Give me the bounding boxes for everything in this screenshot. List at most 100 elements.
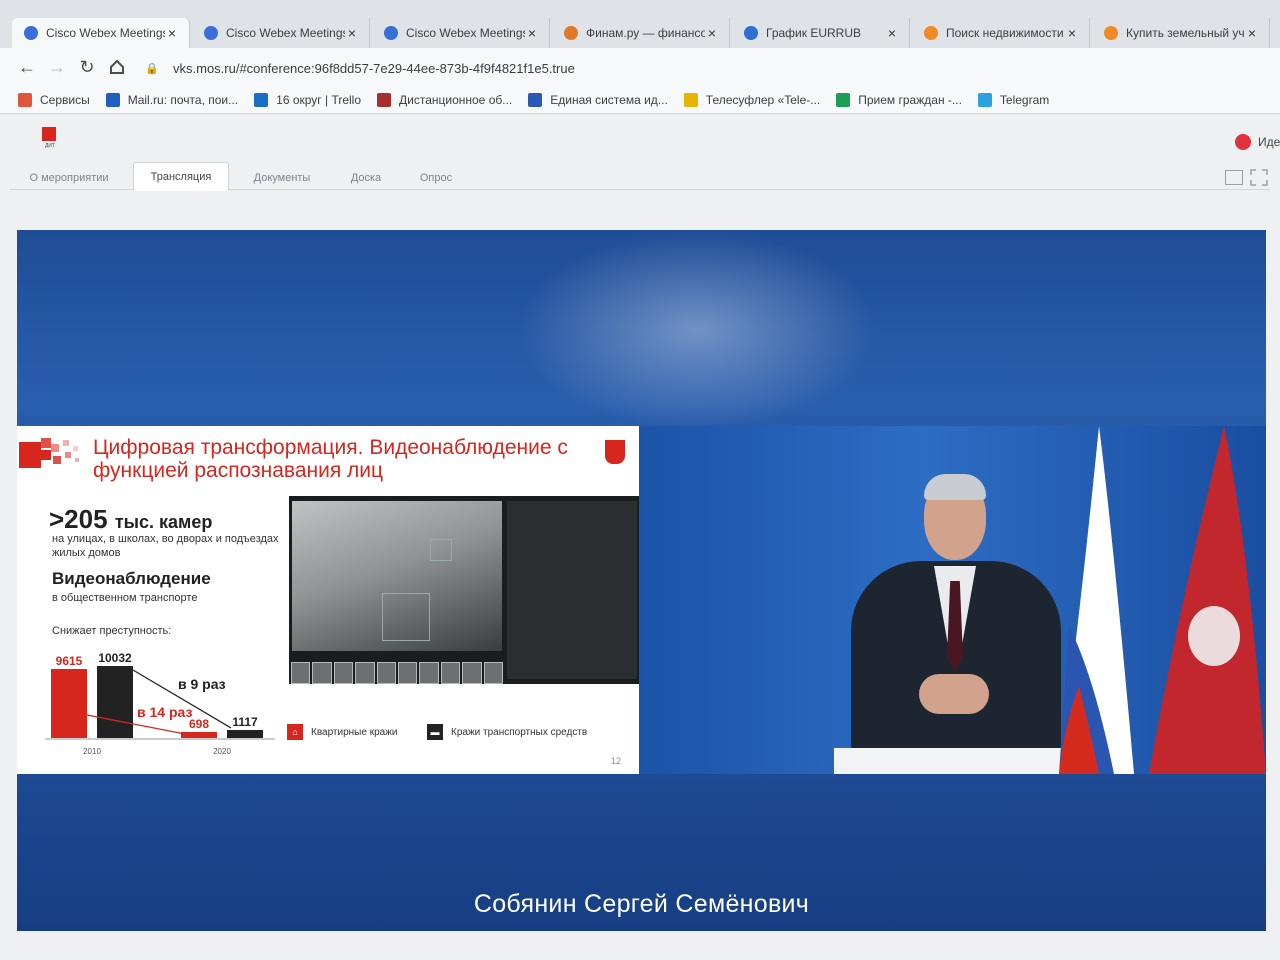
bookmark-label: Телесуфлер «Tele-... bbox=[705, 92, 821, 107]
bookmark-item[interactable]: Прием граждан -... bbox=[836, 92, 962, 107]
data-label: 1117 bbox=[232, 715, 258, 729]
forward-arrow-icon[interactable]: → bbox=[42, 52, 72, 82]
browser-tab[interactable]: Cisco Webex Meetings × bbox=[12, 18, 190, 48]
cameras-stat: >205 тыс. камер bbox=[49, 504, 213, 534]
bookmark-label: Mail.ru: почта, пои... bbox=[127, 92, 239, 107]
address-bar[interactable]: 🔒 vks.mos.ru/#conference:96f8dd57-7e29-4… bbox=[145, 55, 1245, 81]
bookmark-item[interactable]: Дистанционное об... bbox=[377, 92, 513, 107]
close-tab-icon[interactable]: × bbox=[705, 25, 719, 41]
mailru-icon bbox=[105, 92, 120, 107]
tab-title: Cisco Webex Meetings bbox=[226, 26, 345, 40]
trello-icon bbox=[254, 92, 269, 107]
face-box bbox=[430, 539, 452, 561]
recognition-panel bbox=[507, 501, 637, 679]
house-icon: ⌂ bbox=[287, 724, 303, 740]
bookmark-item[interactable]: Telegram bbox=[977, 92, 1050, 107]
window-mode-icon[interactable] bbox=[1225, 170, 1243, 185]
tick-label: 2020 bbox=[213, 747, 231, 756]
telegram-icon bbox=[977, 92, 992, 107]
video-stream[interactable]: Цифровая трансформация. Видеонаблюдение … bbox=[17, 230, 1266, 931]
tab-board[interactable]: Доска bbox=[340, 166, 392, 190]
browser-tab[interactable]: Финам.ру — финансовый× bbox=[552, 18, 730, 48]
speaker-caption: Собянин Сергей Семёнович bbox=[473, 890, 810, 918]
bookmark-icon bbox=[377, 92, 392, 107]
home-icon[interactable] bbox=[102, 52, 132, 82]
chart-bar bbox=[51, 668, 87, 738]
tab-title: Финам.ру — финансовый bbox=[586, 26, 705, 40]
transport-subtitle: в общественном транспорте bbox=[52, 592, 198, 604]
chart-bar bbox=[97, 666, 133, 738]
bookmark-item[interactable]: Mail.ru: почта, пои... bbox=[105, 92, 239, 107]
close-tab-icon[interactable]: × bbox=[525, 25, 539, 41]
face-box bbox=[382, 593, 430, 641]
chart-bar bbox=[181, 732, 217, 738]
tab-about[interactable]: О мероприятии bbox=[10, 166, 128, 190]
moscow-flag bbox=[1149, 426, 1266, 774]
screen-glare bbox=[517, 230, 877, 430]
browser-window: Cisco Webex Meetings × Cisco Webex Meeting… bbox=[0, 0, 1280, 960]
russia-flag-icon bbox=[528, 92, 543, 107]
browser-tab[interactable]: Поиск недвижимости × bbox=[912, 18, 1090, 48]
crime-label: Снижает преступность: bbox=[52, 625, 172, 637]
close-tab-icon[interactable]: × bbox=[165, 25, 179, 41]
presentation-slide: Цифровая трансформация. Видеонаблюдение … bbox=[17, 426, 639, 774]
bookmark-item[interactable]: 16 округ | Trello bbox=[254, 92, 362, 107]
webex-icon bbox=[24, 26, 38, 40]
bookmark-item[interactable]: Сервисы bbox=[18, 92, 90, 107]
bookmark-label: Единая система ид... bbox=[550, 92, 668, 107]
tab-title: Поиск недвижимости bbox=[946, 26, 1064, 40]
slide-mosaic-logo bbox=[19, 438, 79, 468]
bookmark-item[interactable]: Единая система ид... bbox=[528, 92, 668, 107]
back-arrow-icon[interactable]: ← bbox=[12, 52, 42, 82]
legend-item: ⌂ Квартирные кражи bbox=[287, 724, 397, 740]
browser-tab[interactable]: Cisco Webex Meetings × bbox=[372, 18, 550, 48]
browser-toolbar: ← → ↻ 🔒 vks.mos.ru/#conference:96f8dd57-… bbox=[0, 48, 1280, 86]
cctv-frame bbox=[292, 501, 502, 651]
bookmark-label: Telegram bbox=[999, 92, 1050, 107]
colored-grid-icon bbox=[683, 92, 698, 107]
slide-title: Цифровая трансформация. Видеонаблюдение … bbox=[93, 436, 568, 482]
user-avatar-icon[interactable] bbox=[1235, 134, 1251, 150]
user-label[interactable]: Иде bbox=[1258, 135, 1280, 149]
chart-icon bbox=[744, 26, 758, 40]
tab-title: График EURRUB bbox=[766, 26, 862, 40]
face-thumbnails bbox=[291, 662, 504, 684]
dit-logo: ДИТ bbox=[42, 127, 58, 149]
annotation: в 14 раз bbox=[137, 704, 192, 720]
bookmark-label: Сервисы bbox=[40, 92, 90, 107]
data-label: 9615 bbox=[56, 654, 83, 668]
bookmark-item[interactable]: Телесуфлер «Tele-... bbox=[683, 92, 821, 107]
speaker-hands bbox=[919, 674, 989, 714]
tab-broadcast[interactable]: Трансляция bbox=[133, 162, 229, 191]
chart-bar bbox=[227, 729, 263, 738]
close-tab-icon[interactable]: × bbox=[345, 25, 359, 41]
bookmark-label: 16 округ | Trello bbox=[276, 92, 362, 107]
browser-tab[interactable]: Купить земельный участок× bbox=[1092, 18, 1270, 48]
tab-documents[interactable]: Документы bbox=[240, 166, 324, 190]
moscow-coat-of-arms-icon bbox=[605, 440, 625, 464]
finam-icon bbox=[564, 26, 578, 40]
speaker-hair bbox=[924, 474, 986, 500]
plus-sheet-icon bbox=[836, 92, 851, 107]
chart-legend: ⌂ Квартирные кражи ▬ Кражи транспортных … bbox=[287, 722, 627, 744]
lock-icon: 🔒 bbox=[145, 62, 159, 75]
orange-dot-icon bbox=[1104, 26, 1118, 40]
tab-title: Cisco Webex Meetings bbox=[406, 26, 525, 40]
tick-label: 2010 bbox=[83, 747, 101, 756]
apps-grid-icon bbox=[18, 92, 32, 107]
close-tab-icon[interactable]: × bbox=[885, 25, 899, 41]
close-tab-icon[interactable]: × bbox=[1065, 25, 1079, 41]
car-icon: ▬ bbox=[427, 724, 443, 740]
podium bbox=[834, 748, 1067, 774]
browser-tab[interactable]: График EURRUB × bbox=[732, 18, 910, 48]
close-tab-icon[interactable]: × bbox=[1245, 25, 1259, 41]
bookmark-label: Дистанционное об... bbox=[399, 92, 513, 107]
fullscreen-icon[interactable] bbox=[1250, 169, 1268, 186]
crime-bar-chart: 9615 100322010698 11172020в 14 разв 9 раз bbox=[45, 651, 275, 756]
reload-icon[interactable]: ↻ bbox=[72, 52, 102, 82]
bookmark-label: Прием граждан -... bbox=[858, 92, 962, 107]
conference-tabs: О мероприятии Трансляция Документы Доска… bbox=[10, 162, 1270, 191]
russia-flag bbox=[1059, 426, 1134, 774]
browser-tab[interactable]: Cisco Webex Meetings × bbox=[192, 18, 370, 48]
tab-poll[interactable]: Опрос bbox=[410, 166, 462, 190]
